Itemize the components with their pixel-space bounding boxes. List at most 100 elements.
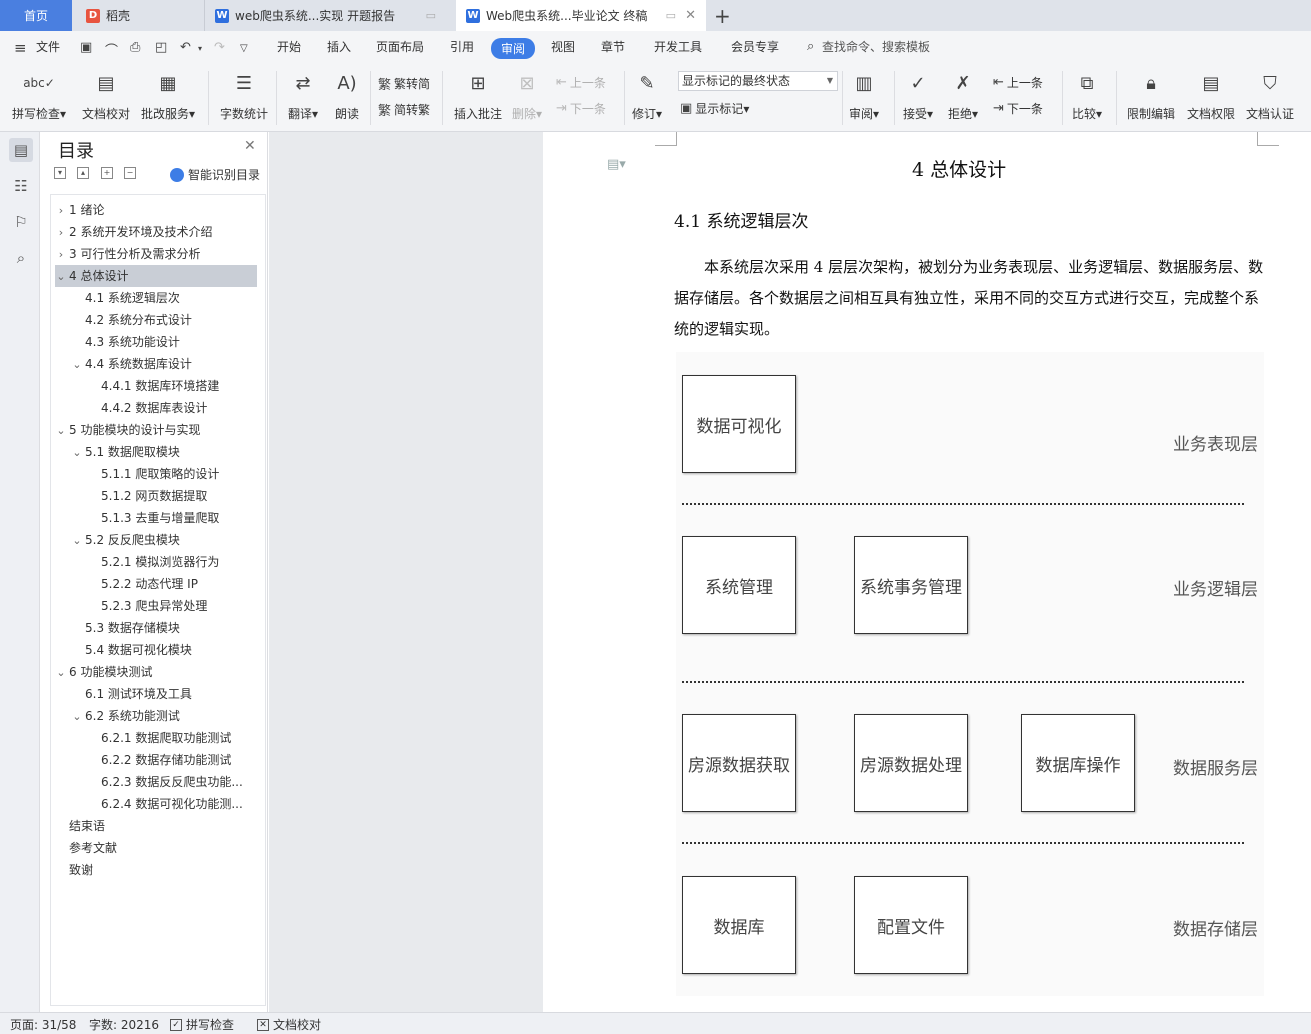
menu-chapter[interactable]: 章节 (601, 38, 625, 55)
status-proofread[interactable]: ✕ 文档校对 (257, 1016, 321, 1033)
toc-item[interactable]: › 1 绪论 (55, 199, 257, 221)
toc-item[interactable]: 5.3 数据存储模块 (55, 617, 257, 639)
toc-panel-icon[interactable]: ▤ (9, 138, 33, 162)
toc-item[interactable]: 4.3 系统功能设计 (55, 331, 257, 353)
toc-item[interactable]: 4.2 系统分布式设计 (55, 309, 257, 331)
print-icon[interactable]: ⎙ (130, 40, 140, 55)
menu-file[interactable]: 文件 (36, 38, 60, 55)
remove-level-icon[interactable]: − (124, 167, 136, 179)
chevron-down-icon[interactable]: ⌄ (55, 266, 67, 287)
redo-icon[interactable]: ↷ (214, 40, 225, 55)
chevron-down-icon[interactable]: ⌄ (71, 530, 83, 551)
menu-devtools[interactable]: 开发工具 (654, 38, 702, 55)
toc-item[interactable]: ⌄ 5 功能模块的设计与实现 (55, 419, 257, 441)
format-painter-icon[interactable]: ⌒ (105, 40, 118, 59)
menu-layout[interactable]: 页面布局 (376, 38, 424, 55)
toc-item[interactable]: ⌄ 6.2 系统功能测试 (55, 705, 257, 727)
document-permission-button[interactable]: ▤ 文档权限 (1187, 69, 1235, 122)
markup-state-select[interactable]: 显示标记的最终状态 ▼ (678, 71, 838, 91)
toc-item[interactable]: 5.2.2 动态代理 IP (55, 573, 257, 595)
command-search[interactable]: 查找命令、搜索模板 (822, 38, 930, 55)
read-aloud-button[interactable]: A) 朗读 (334, 69, 360, 122)
new-tab-plus-icon[interactable]: + (714, 4, 731, 28)
toc-item[interactable]: 5.2.3 爬虫异常处理 (55, 595, 257, 617)
menu-member[interactable]: 会员专享 (731, 38, 779, 55)
customize-dropdown-icon[interactable]: ▽ (240, 43, 248, 54)
reject-button[interactable]: ✗ 拒绝▾ (948, 69, 978, 122)
section-heading[interactable]: 4.1 系统逻辑层次 (674, 207, 808, 232)
review-pane-button[interactable]: ▥ 审阅▾ (849, 69, 879, 122)
collapse-all-icon[interactable]: ▾ (54, 167, 66, 179)
hamburger-icon[interactable]: ≡ (14, 39, 27, 57)
toc-item[interactable]: 5.1.1 爬取策略的设计 (55, 463, 257, 485)
toc-item[interactable]: 6.1 测试环境及工具 (55, 683, 257, 705)
chevron-right-icon[interactable]: › (55, 200, 67, 221)
compare-button[interactable]: ⧉ 比较▾ (1072, 69, 1102, 122)
spell-check-button[interactable]: abc✓ 拼写检查▾ (12, 69, 66, 122)
toc-item[interactable]: 6.2.2 数据存储功能测试 (55, 749, 257, 771)
simp-to-trad-button[interactable]: 繁简转繁 (378, 100, 430, 119)
trad-to-simp-button[interactable]: 繁繁转简 (378, 74, 430, 93)
paragraph-handle-icon[interactable]: ▤▾ (607, 157, 626, 172)
translate-button[interactable]: ⇄ 翻译▾ (288, 69, 318, 122)
word-count-indicator[interactable]: 字数: 20216 (89, 1016, 159, 1033)
menu-reference[interactable]: 引用 (450, 38, 474, 55)
chevron-down-icon[interactable]: ⌄ (55, 662, 67, 683)
prev-change-button[interactable]: ⇤ 上一条 (993, 74, 1043, 91)
print-preview-icon[interactable]: ◰ (155, 40, 167, 55)
add-level-icon[interactable]: + (101, 167, 113, 179)
chevron-right-icon[interactable]: › (55, 244, 67, 265)
menu-view[interactable]: 视图 (551, 38, 575, 55)
track-changes-button[interactable]: ✎ 修订▾ (632, 69, 662, 122)
smart-toc-button[interactable]: 智能识别目录 (170, 166, 260, 183)
tab-daoke[interactable]: D 稻壳 (74, 0, 202, 31)
toc-item[interactable]: 5.2.1 模拟浏览器行为 (55, 551, 257, 573)
toc-item[interactable]: › 3 可行性分析及需求分析 (55, 243, 257, 265)
tab-thesis-active[interactable]: W Web爬虫系统...毕业论文 终稿 ▭ ✕ (456, 0, 706, 31)
page-indicator[interactable]: 页面: 31/58 (10, 1016, 76, 1033)
word-count-button[interactable]: ☰ 字数统计 (220, 69, 268, 122)
next-change-button[interactable]: ⇥ 下一条 (993, 100, 1043, 117)
insert-comment-button[interactable]: ⊞ 插入批注 (454, 69, 502, 122)
proofread-button[interactable]: ▤ 文档校对 (82, 69, 130, 122)
body-paragraph[interactable]: 本系统层次采用 4 层层次架构，被划分为业务表现层、业务逻辑层、数据服务层、数据… (674, 252, 1264, 345)
menu-start[interactable]: 开始 (277, 38, 301, 55)
chapter-nav-icon[interactable]: ☷ (9, 174, 33, 198)
toc-item[interactable]: ⌄ 5.2 反反爬虫模块 (55, 529, 257, 551)
chevron-right-icon[interactable]: › (55, 222, 67, 243)
toc-item[interactable]: 6.2.4 数据可视化功能测... (55, 793, 257, 815)
toc-item[interactable]: ⌄ 4 总体设计 (55, 265, 257, 287)
chevron-down-icon[interactable]: ⌄ (71, 706, 83, 727)
restrict-editing-button[interactable]: 🔒︎ 限制编辑 (1127, 69, 1175, 122)
tab-proposal[interactable]: W web爬虫系统...实现 开题报告 ▭ (204, 0, 454, 31)
correction-service-button[interactable]: ▦ 批改服务▾ (141, 69, 195, 122)
chapter-heading[interactable]: 4 总体设计 (912, 155, 1006, 182)
toc-item[interactable]: 结束语 (55, 815, 257, 837)
toc-item[interactable]: 6.2.3 数据反反爬虫功能... (55, 771, 257, 793)
status-spell-check[interactable]: ✓ 拼写检查 (170, 1016, 234, 1033)
toc-item[interactable]: 致谢 (55, 859, 257, 881)
menu-review[interactable]: 审阅 (491, 38, 536, 59)
toc-item[interactable]: ⌄ 5.1 数据爬取模块 (55, 441, 257, 463)
menu-insert[interactable]: 插入 (327, 38, 351, 55)
save-icon[interactable]: ▣ (80, 40, 92, 55)
delete-comment-button[interactable]: ⊠ 删除▾ (512, 69, 542, 122)
close-icon[interactable]: ✕ (244, 138, 256, 154)
toc-item[interactable]: › 2 系统开发环境及技术介绍 (55, 221, 257, 243)
toc-item[interactable]: 4.4.2 数据库表设计 (55, 397, 257, 419)
toc-item[interactable]: 5.1.2 网页数据提取 (55, 485, 257, 507)
toc-item[interactable]: 4.1 系统逻辑层次 (55, 287, 257, 309)
bookmark-icon[interactable]: ⚐ (9, 210, 33, 234)
toc-item[interactable]: ⌄ 6 功能模块测试 (55, 661, 257, 683)
chevron-down-icon[interactable]: ⌄ (71, 442, 83, 463)
expand-up-icon[interactable]: ▴ (77, 167, 89, 179)
tab-monitor-icon[interactable]: ▭ (426, 9, 436, 22)
undo-icon[interactable]: ↶ (180, 40, 191, 55)
undo-dropdown-icon[interactable]: ▾ (198, 44, 202, 53)
toc-item[interactable]: 5.4 数据可视化模块 (55, 639, 257, 661)
toc-item[interactable]: 参考文献 (55, 837, 257, 859)
next-comment-button[interactable]: ⇥ 下一条 (556, 100, 606, 117)
toc-item[interactable]: 5.1.3 去重与增量爬取 (55, 507, 257, 529)
document-certify-button[interactable]: ⛉ 文档认证 (1246, 69, 1294, 122)
toc-item[interactable]: 4.4.1 数据库环境搭建 (55, 375, 257, 397)
